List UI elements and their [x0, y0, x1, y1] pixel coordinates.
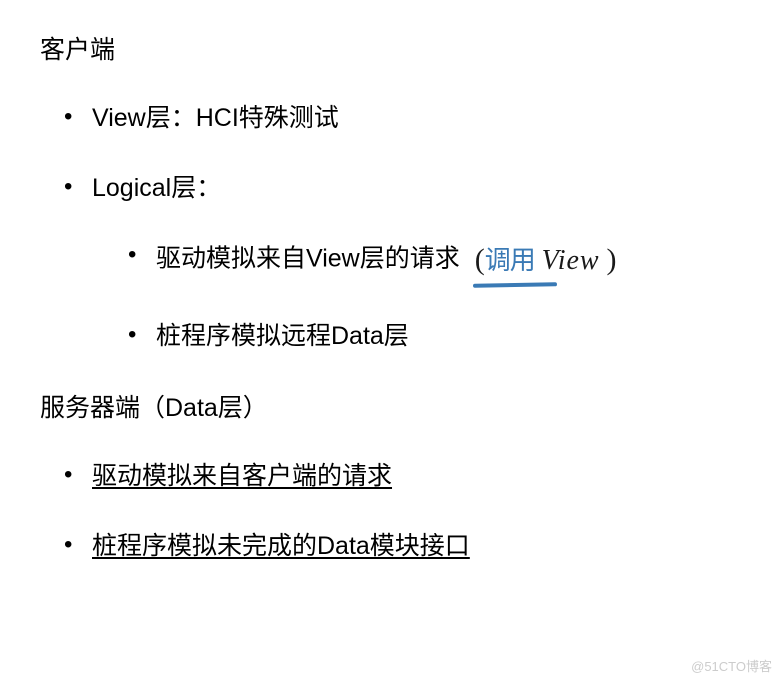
list-item: 驱动模拟来自View层的请求 (调用 View )	[128, 236, 744, 284]
handwritten-annotation: (调用 View )	[475, 236, 617, 284]
heading-client: 客户端	[40, 30, 744, 70]
list-logical-sub: 驱动模拟来自View层的请求 (调用 View ) 桩程序模拟远程Data层	[92, 236, 744, 356]
paren-close: )	[607, 243, 617, 276]
item-text: View层：HCI特殊测试	[92, 104, 339, 132]
hand-underline	[473, 282, 557, 287]
paren-open: (	[475, 243, 485, 276]
item-text: 桩程序模拟未完成的Data模块接口	[92, 532, 470, 560]
list-item: View层：HCI特殊测试	[64, 98, 744, 138]
annotation-view: View	[542, 245, 600, 276]
list-client: View层：HCI特殊测试 Logical层： 驱动模拟来自View层的请求 (…	[40, 98, 744, 356]
list-server: 驱动模拟来自客户端的请求 桩程序模拟未完成的Data模块接口	[40, 456, 744, 566]
list-item: 驱动模拟来自客户端的请求	[64, 456, 744, 496]
item-text: 桩程序模拟远程Data层	[156, 322, 409, 350]
item-text: Logical层：	[92, 174, 221, 202]
annotation-chinese: 调用	[485, 246, 535, 275]
list-item: 桩程序模拟远程Data层	[128, 316, 744, 356]
item-text: 驱动模拟来自客户端的请求	[92, 462, 392, 490]
list-item: Logical层： 驱动模拟来自View层的请求 (调用 View ) 桩程序模…	[64, 168, 744, 356]
list-item: 桩程序模拟未完成的Data模块接口	[64, 526, 744, 566]
section-client: 客户端 View层：HCI特殊测试 Logical层： 驱动模拟来自View层的…	[40, 30, 744, 356]
heading-server: 服务器端（Data层）	[40, 388, 744, 428]
watermark: @51CTO博客	[691, 657, 772, 678]
item-text: 驱动模拟来自View层的请求	[156, 245, 460, 273]
section-server: 服务器端（Data层） 驱动模拟来自客户端的请求 桩程序模拟未完成的Data模块…	[40, 388, 744, 566]
